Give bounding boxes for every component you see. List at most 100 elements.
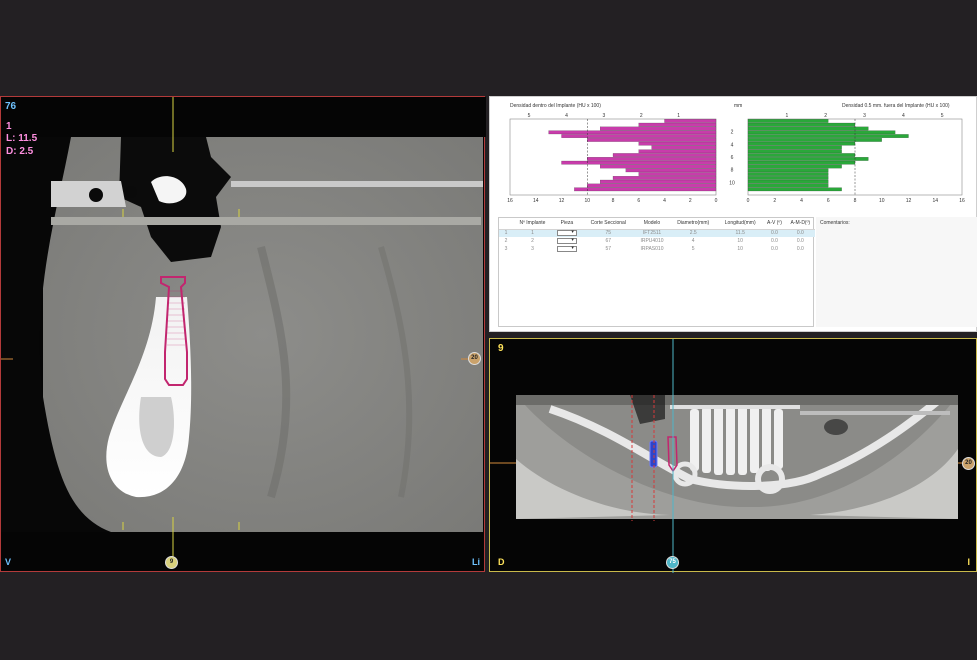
- comments-label: Comentarios:: [820, 220, 850, 226]
- cell-diameter: 2.5: [669, 229, 718, 237]
- implant-number-label: 1: [6, 121, 12, 132]
- density-charts: 16 14 12 10 8 6 4 2 0123450 2 4 6 8 10 12 14 161 2 3 4 52468…: [507, 113, 965, 204]
- inner-density-bar: [612, 176, 717, 180]
- inner-density-bar: [600, 126, 717, 131]
- row-index-header: [499, 218, 513, 230]
- inner-x-tick-label: 12: [559, 198, 565, 204]
- row-index: 3: [504, 246, 508, 252]
- panoramic-viewport[interactable]: 9 D I 20 75: [489, 338, 977, 573]
- inner-x-tick-label: 8: [612, 198, 615, 204]
- sagittal-ct-image[interactable]: [1, 97, 486, 573]
- inner-density-bar: [548, 130, 717, 135]
- comments-box[interactable]: Comentarios:: [816, 217, 977, 327]
- cell-piece[interactable]: ▾: [552, 237, 582, 245]
- depth-tick-label: 6: [731, 155, 734, 161]
- sagittal-slice-marker-icon[interactable]: 75: [666, 556, 679, 569]
- table-row[interactable]: 2 2 ▾ 67 IRPU4010 4 10 0.0 0.0: [499, 237, 815, 245]
- inner-density-bar: [561, 134, 717, 138]
- col-model[interactable]: Modelo: [634, 218, 670, 230]
- cell-diameter: 4: [691, 238, 695, 244]
- inner-density-bar: [638, 149, 717, 154]
- col-piece[interactable]: Pieza: [551, 218, 582, 230]
- orientation-vestibular-label: V: [5, 557, 12, 567]
- outer-density-bar: [747, 168, 829, 173]
- col-implant-number[interactable]: Nº Implante: [513, 218, 552, 230]
- outer-x-tick-label: 12: [906, 198, 912, 204]
- inner-x-tick-label: 6: [637, 198, 640, 204]
- inner-density-bar: [574, 187, 717, 192]
- cell-model: IFT2511: [634, 229, 670, 237]
- cell-piece[interactable]: ▾: [552, 245, 582, 253]
- cell-model: IRPAS010: [640, 246, 664, 252]
- table-row[interactable]: 1 1 ▾ 75 IFT2511 2.5 11.5 0.0 0.0: [499, 229, 815, 237]
- cell-amd: 0.0: [796, 238, 804, 244]
- outer-x-top-tick-label: 5: [941, 113, 944, 119]
- inner-density-bar: [587, 157, 717, 161]
- panoramic-slice-marker-icon[interactable]: 9: [165, 556, 178, 569]
- cell-implant-number: 2: [531, 238, 534, 244]
- chevron-down-icon: ▾: [571, 236, 574, 243]
- col-diameter[interactable]: Diametro(mm): [669, 218, 718, 230]
- outer-density-bar: [747, 122, 856, 127]
- col-amd[interactable]: A-M-D(º): [785, 218, 815, 230]
- inner-x-top-tick-label: 3: [602, 113, 605, 119]
- outer-density-bar: [747, 183, 829, 188]
- inner-density-bar: [587, 183, 717, 188]
- depth-axis-label: mm: [734, 103, 743, 109]
- piece-select[interactable]: ▾: [556, 244, 577, 252]
- implant-length-label: L: 11.5: [6, 133, 38, 144]
- depth-tick-label: 10: [729, 180, 735, 186]
- inner-x-tick-label: 16: [507, 198, 513, 204]
- cell-amd: 0.0: [785, 229, 815, 237]
- piece-select[interactable]: ▾: [556, 236, 577, 244]
- inner-density-bar: [651, 145, 717, 150]
- inner-plot-frame: [509, 118, 717, 196]
- outer-density-bar: [747, 187, 842, 192]
- inner-x-top-tick-label: 5: [528, 113, 531, 119]
- outer-x-tick-label: 10: [879, 198, 885, 204]
- col-section[interactable]: Corte Seccional: [581, 218, 635, 230]
- inner-density-bar: [625, 168, 717, 173]
- density-panel: 16 14 12 10 8 6 4 2 0 1 2 3 4 5 0 2 4 6 8 10 12 14 16 1 2 3 4 5 2 4 6 8…: [489, 96, 977, 332]
- inner-density-bar: [638, 141, 717, 146]
- inner-density-bar: [664, 119, 717, 123]
- panoramic-ct-image[interactable]: [490, 339, 977, 573]
- depth-tick-label: 2: [731, 130, 734, 136]
- cell-length: 10: [737, 246, 743, 252]
- sagittal-viewport[interactable]: 76 1 L: 11.5 D: 2.5 V Li 20 9: [0, 96, 486, 573]
- cell-piece[interactable]: ▾: [551, 229, 582, 237]
- cell-amd: 0.0: [796, 246, 804, 252]
- outer-x-tick-label: 14: [932, 198, 938, 204]
- inner-density-bar: [600, 164, 717, 169]
- outer-x-top-tick-label: 1: [785, 113, 788, 119]
- col-av[interactable]: A-V (º): [763, 218, 786, 230]
- chevron-down-icon: ▾: [571, 244, 574, 251]
- cell-implant-number: 3: [531, 246, 534, 252]
- cell-diameter: 5: [691, 246, 695, 252]
- outer-density-bar: [747, 126, 869, 131]
- piece-select[interactable]: ▾: [556, 229, 577, 237]
- outer-density-bar: [747, 157, 869, 161]
- table-row[interactable]: 3 3 ▾ 57 IRPAS010 5 10 0.0 0.0: [499, 245, 815, 253]
- inner-x-tick-label: 14: [533, 198, 539, 204]
- inner-density-bar: [638, 122, 717, 127]
- inner-density-bar: [561, 160, 717, 165]
- implant-table: Nº Implante Pieza Corte Seccional Modelo…: [498, 217, 815, 327]
- panoramic-slice-number: 9: [498, 343, 504, 354]
- col-length[interactable]: Longitud(mm): [717, 218, 764, 230]
- outer-density-bar: [747, 149, 842, 154]
- outer-density-bar: [747, 172, 829, 176]
- axial-slice-marker-icon[interactable]: 20: [962, 457, 975, 470]
- outer-density-bar: [747, 176, 829, 180]
- inner-x-tick-label: 0: [715, 198, 718, 204]
- outer-density-chart-title: Densidad 0.5 mm. fuera del Implante (HU …: [842, 103, 950, 109]
- outer-x-tick-label: 6: [827, 198, 830, 204]
- inner-x-tick-label: 2: [689, 198, 692, 204]
- inner-x-top-tick-label: 2: [640, 113, 643, 119]
- axial-slice-marker-icon[interactable]: 20: [468, 352, 481, 365]
- outer-density-bar: [747, 164, 842, 169]
- outer-density-bar: [747, 119, 829, 123]
- inner-x-top-tick-label: 4: [565, 113, 568, 119]
- inner-density-chart-title: Densidad dentro del Implante (HU x 100): [510, 103, 601, 109]
- outer-x-tick-label: 0: [747, 198, 750, 204]
